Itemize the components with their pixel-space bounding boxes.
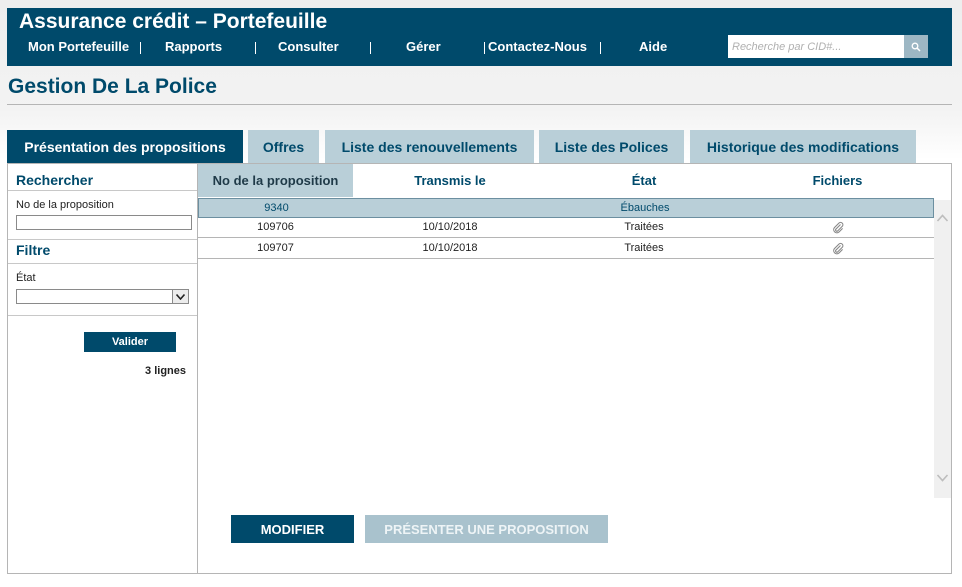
nav-separator (484, 42, 485, 54)
state-value: Traitées (624, 221, 664, 233)
state-select[interactable] (16, 289, 189, 304)
nav-item-aide[interactable]: Aide (639, 39, 667, 55)
chevron-up-icon[interactable] (934, 211, 951, 225)
state-label: État (16, 272, 36, 284)
search-heading: Rechercher (16, 172, 94, 188)
column-header-proposal[interactable]: No de la proposition (198, 164, 353, 197)
paperclip-icon[interactable] (832, 242, 844, 255)
dropdown-button[interactable] (172, 290, 188, 303)
column-header-sent[interactable]: Transmis le (353, 164, 547, 197)
column-header-files[interactable]: Fichiers (741, 164, 934, 197)
sidebar-rule (8, 190, 197, 191)
nav-item-mon-portefeuille[interactable]: Mon Portefeuille (28, 39, 129, 55)
table-scrollbar[interactable] (934, 200, 951, 498)
header-banner: Assurance crédit – Portefeuille Mon Port… (7, 8, 952, 66)
chevron-down-icon (176, 293, 185, 300)
nav-separator (600, 42, 601, 54)
search-input[interactable] (728, 35, 904, 58)
nav-item-consulter[interactable]: Consulter (278, 39, 339, 55)
main-nav: Mon Portefeuille Rapports Consulter Gére… (7, 39, 727, 57)
proposal-number-label: No de la proposition (16, 199, 114, 211)
present-proposal-button[interactable]: PRÉSENTER UNE PROPOSITION (365, 515, 608, 543)
sidebar-rule (8, 263, 197, 264)
validate-button[interactable]: Valider (84, 332, 176, 352)
sent-date: 10/10/2018 (422, 242, 478, 254)
table-row[interactable]: 109707 10/10/2018 Traitées (198, 239, 934, 259)
nav-item-contactez-nous[interactable]: Contactez-Nous (488, 39, 587, 55)
row-count: 3 lignes (145, 365, 186, 377)
tab-offres[interactable]: Offres (248, 130, 319, 163)
title-divider (7, 104, 952, 105)
proposal-number-input[interactable] (16, 215, 192, 230)
paperclip-icon[interactable] (832, 221, 844, 234)
page-title: Gestion De La Police (8, 75, 217, 98)
sent-date: 10/10/2018 (422, 221, 478, 233)
group-state: Ébauches (620, 202, 670, 214)
sidebar-rule (8, 315, 197, 316)
app-title: Assurance crédit – Portefeuille (19, 10, 328, 33)
group-row[interactable]: 9340 Ébauches (198, 198, 934, 218)
nav-item-gerer[interactable]: Gérer (406, 39, 441, 55)
tab-historique-modifications[interactable]: Historique des modifications (690, 130, 916, 163)
search-button[interactable] (904, 35, 928, 58)
group-proposal: 9340 (264, 202, 289, 214)
tab-liste-renouvellements[interactable]: Liste des renouvellements (325, 130, 534, 163)
filter-heading: Filtre (16, 242, 51, 258)
proposal-number: 109706 (257, 221, 294, 233)
state-value: Traitées (624, 242, 664, 254)
sidebar-rule (8, 239, 197, 240)
chevron-down-icon[interactable] (934, 471, 951, 485)
nav-separator (370, 42, 371, 54)
nav-item-rapports[interactable]: Rapports (165, 39, 222, 55)
table-row[interactable]: 109706 10/10/2018 Traitées (198, 218, 934, 238)
proposal-number: 109707 (257, 242, 294, 254)
search-icon (911, 42, 921, 52)
tab-presentation-propositions[interactable]: Présentation des propositions (7, 130, 243, 163)
modify-button[interactable]: MODIFIER (231, 515, 354, 543)
file-cell[interactable] (741, 239, 934, 258)
nav-separator (255, 42, 256, 54)
file-cell[interactable] (741, 218, 934, 237)
tab-liste-polices[interactable]: Liste des Polices (539, 130, 684, 163)
nav-separator (140, 42, 141, 54)
column-header-state[interactable]: État (547, 164, 741, 197)
